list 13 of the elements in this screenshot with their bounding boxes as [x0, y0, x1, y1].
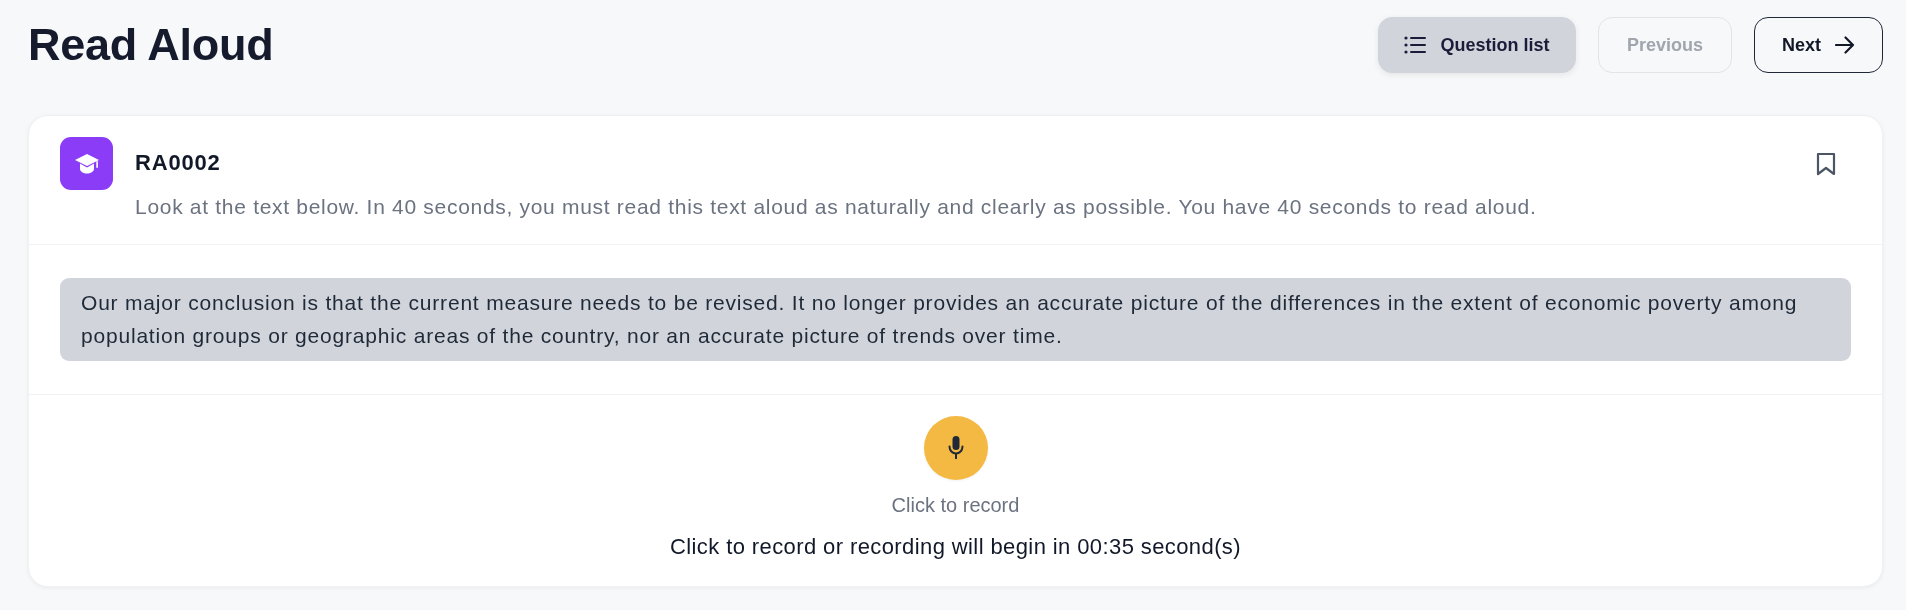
page-title: Read Aloud: [28, 18, 274, 72]
instruction-text: Look at the text below. In 40 seconds, you must read this text aloud as naturally and clearly as possible. You have 40 seconds to read aloud.: [135, 194, 1538, 220]
next-button[interactable]: Next: [1754, 17, 1883, 73]
question-code: RA0002: [135, 150, 222, 176]
passage-text: Our major conclusion is that the current measure needs to be revised. It no longer provides an accurate picture of the differences in the extent of economic poverty among population groups or geographic areas of the country, nor an accurate picture of trends over time.: [60, 278, 1851, 361]
arrow-right-icon: [1835, 36, 1855, 54]
graduation-cap-icon: [60, 137, 113, 190]
countdown-text: Click to record or recording will begin in 00:35 second(s): [670, 534, 1241, 560]
microphone-icon: [947, 435, 964, 461]
bookmark-icon[interactable]: [1816, 152, 1836, 176]
question-list-button[interactable]: Question list: [1378, 17, 1576, 73]
list-icon: [1404, 36, 1427, 54]
record-label: Click to record: [891, 493, 1020, 517]
